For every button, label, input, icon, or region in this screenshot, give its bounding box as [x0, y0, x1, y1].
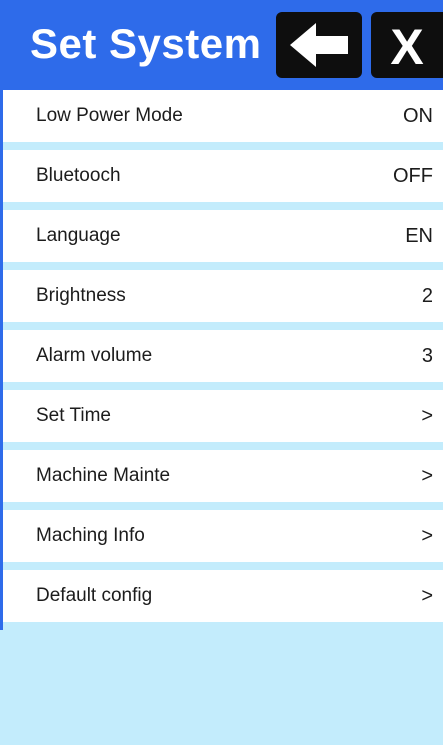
setting-row-alarm-volume[interactable]: Alarm volume 3 — [3, 330, 443, 390]
back-button[interactable] — [276, 12, 362, 78]
setting-label: Machine Mainte — [36, 465, 171, 486]
header-bar: Set System X — [0, 0, 443, 90]
settings-screen: Set System X Low Power Mode ON Bluetooch… — [0, 0, 443, 745]
close-button[interactable]: X — [371, 12, 443, 78]
setting-row-machine-mainte[interactable]: Machine Mainte > — [3, 450, 443, 510]
setting-value: OFF — [393, 165, 433, 187]
setting-row-maching-info[interactable]: Maching Info > — [3, 510, 443, 570]
arrow-left-icon — [290, 23, 348, 67]
setting-label: Bluetooch — [36, 165, 121, 186]
setting-row-bluetooth[interactable]: Bluetooch OFF — [3, 150, 443, 210]
chevron-right-icon: > — [421, 405, 433, 427]
chevron-right-icon: > — [421, 585, 433, 607]
setting-value: EN — [405, 225, 433, 247]
settings-list: Low Power Mode ON Bluetooch OFF Language… — [0, 90, 443, 630]
setting-row-language[interactable]: Language EN — [3, 210, 443, 270]
close-icon: X — [390, 19, 423, 75]
setting-label: Low Power Mode — [36, 105, 183, 126]
setting-label: Maching Info — [36, 525, 145, 546]
close-label: X — [390, 19, 423, 75]
setting-label: Set Time — [36, 405, 111, 426]
setting-value: 3 — [421, 345, 433, 367]
setting-value: 2 — [421, 285, 433, 307]
setting-row-brightness[interactable]: Brightness 2 — [3, 270, 443, 330]
setting-label: Brightness — [36, 285, 126, 306]
chevron-right-icon: > — [421, 465, 433, 487]
chevron-right-icon: > — [421, 525, 433, 547]
setting-row-set-time[interactable]: Set Time > — [3, 390, 443, 450]
setting-row-low-power-mode[interactable]: Low Power Mode ON — [3, 90, 443, 150]
setting-row-default-config[interactable]: Default config > — [3, 570, 443, 630]
setting-label: Default config — [36, 585, 153, 606]
page-title: Set System — [30, 20, 262, 67]
setting-value: ON — [403, 105, 433, 127]
setting-label: Language — [36, 225, 121, 246]
setting-label: Alarm volume — [36, 345, 153, 366]
